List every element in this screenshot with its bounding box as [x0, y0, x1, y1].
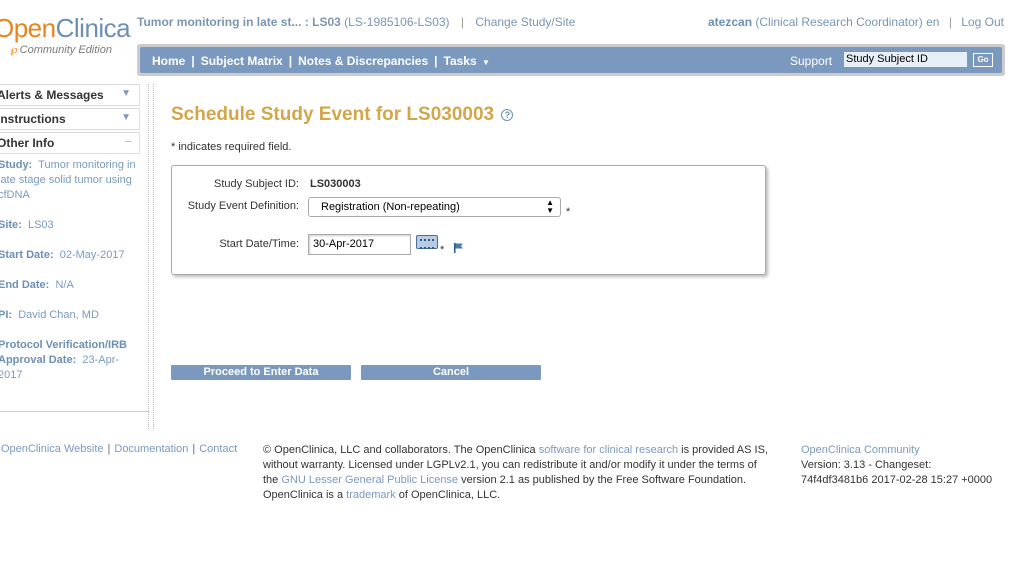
event-definition-selected: Registration (Non-repeating) — [321, 201, 460, 213]
select-arrows-icon: ▲ ▼ — [546, 198, 554, 215]
required-star: * — [440, 244, 445, 256]
info-start-date: Start Date: 02-May-2017 — [0, 248, 140, 263]
version-text: Version: 3.13 - Changeset: — [801, 459, 932, 471]
expand-icon[interactable]: ▼ — [121, 112, 131, 123]
proceed-to-enter-data-button[interactable]: Proceed to Enter Data — [171, 365, 351, 380]
sidebar-divider — [0, 411, 149, 412]
info-study-label: Study: — [0, 159, 33, 171]
footer-website-link[interactable]: OpenClinica Website — [1, 443, 104, 455]
schedule-event-form: Study Subject ID: LS030003 Study Event D… — [171, 165, 766, 275]
event-definition-label: Study Event Definition: — [187, 200, 299, 212]
lgpl-link[interactable]: GNU Lesser General Public License — [281, 474, 458, 486]
sidebar-other-info[interactable]: Other Info – — [0, 132, 140, 154]
study-subject-search-input[interactable]: Study Subject ID — [843, 51, 968, 68]
openclinica-logo[interactable]: OpenClinica ℘ Community Edition — [0, 14, 134, 66]
info-end-value: N/A — [55, 279, 74, 291]
info-pi: PI: David Chan, MD — [0, 308, 140, 323]
study-info-line: Tumor monitoring in late st... : LS03 (L… — [137, 15, 575, 29]
info-irb-approval: Protocol Verification/IRB Approval Date:… — [0, 338, 140, 383]
logo-text-clinica: Clinica — [55, 13, 131, 43]
info-pi-label: PI: — [0, 309, 13, 321]
required-field-note: * indicates required field. — [171, 141, 292, 153]
expand-icon[interactable]: ▼ — [121, 88, 131, 99]
nav-subject-matrix[interactable]: Subject Matrix — [201, 54, 283, 68]
support-link[interactable]: Support — [790, 54, 832, 68]
logo-swoosh-icon: ℘ — [10, 44, 18, 56]
current-study: Tumor monitoring in late st... : LS03 — [137, 15, 341, 29]
nav-notes-discrepancies[interactable]: Notes & Discrepancies — [298, 54, 428, 68]
footer-links: OpenClinica Website | Documentation | Contac… — [1, 443, 238, 455]
event-definition-select[interactable]: Registration (Non-repeating) ▲ ▼ — [308, 197, 561, 217]
nav-menu: Home | Subject Matrix | Notes & Discrepancie… — [152, 54, 490, 68]
header-separator: | — [948, 15, 952, 29]
info-end-label: End Date: — [0, 279, 50, 291]
start-date-input[interactable]: 30-Apr-2017 — [308, 234, 411, 255]
info-end-date: End Date: N/A — [0, 278, 140, 293]
sidebar-alerts-label: Alerts & Messages — [0, 88, 104, 102]
info-site-label: Site: — [0, 219, 22, 231]
sidebar-alerts-messages[interactable]: Alerts & Messages ▼ — [0, 84, 140, 106]
footer-documentation-link[interactable]: Documentation — [114, 443, 188, 455]
nav-home[interactable]: Home — [152, 54, 185, 68]
software-link[interactable]: software for clinical research — [539, 444, 678, 456]
changeset-text: 74f4df3481b6 2017-02-28 15:27 +0000 — [801, 474, 993, 486]
info-start-label: Start Date: — [0, 249, 54, 261]
page-title: Schedule Study Event for LS030003 ? — [171, 104, 514, 126]
collapse-icon[interactable]: – — [125, 136, 131, 147]
trademark-link[interactable]: trademark — [346, 489, 396, 501]
nav-tasks[interactable]: Tasks ▼ — [444, 54, 490, 68]
change-study-link[interactable]: Change Study/Site — [475, 15, 575, 29]
main-navbar: Home | Subject Matrix | Notes & Discrepancie… — [137, 44, 1005, 76]
info-pi-value: David Chan, MD — [18, 309, 99, 321]
info-site: Site: LS03 — [0, 218, 140, 233]
sidebar-other-info-label: Other Info — [0, 136, 55, 150]
logo-edition: Community Edition — [19, 44, 112, 56]
sidebar-instructions[interactable]: Instructions ▼ — [0, 108, 140, 130]
header-separator: | — [460, 15, 465, 29]
flag-icon[interactable] — [454, 243, 464, 253]
cancel-button[interactable]: Cancel — [361, 365, 541, 380]
user-role: (Clinical Research Coordinator) — [755, 15, 923, 29]
username[interactable]: atezcan — [708, 15, 752, 29]
footer-contact-link[interactable]: Contact — [199, 443, 237, 455]
user-info: atezcan (Clinical Research Coordinator) … — [708, 15, 1004, 29]
logo-text-open: Open — [0, 13, 56, 43]
go-button[interactable]: Go — [973, 53, 993, 67]
page-title-text: Schedule Study Event for LS030003 — [171, 104, 495, 125]
sidebar-resize-handle[interactable] — [148, 84, 154, 429]
language-link[interactable]: en — [926, 15, 939, 29]
info-start-value: 02-May-2017 — [59, 249, 125, 261]
subject-id-label: Study Subject ID: — [214, 178, 299, 190]
info-study: Study: Tumor monitoring in late stage so… — [0, 158, 140, 203]
info-site-value: LS03 — [27, 219, 54, 231]
community-link[interactable]: OpenClinica Community — [801, 443, 992, 458]
nav-tasks-label: Tasks — [443, 54, 477, 68]
chevron-down-icon: ▼ — [482, 58, 490, 67]
required-star: * — [566, 206, 571, 218]
start-date-label: Start Date/Time: — [219, 238, 299, 250]
footer-version-info: OpenClinica Community Version: 3.13 - Ch… — [801, 443, 992, 488]
footer-license-text: © OpenClinica, LLC and collaborators. Th… — [263, 444, 768, 501]
calendar-icon[interactable] — [416, 235, 438, 249]
navbar-inner: Home | Subject Matrix | Notes & Discrepancie… — [140, 47, 1002, 73]
logout-link[interactable]: Log Out — [961, 15, 1004, 29]
study-ids: (LS-1985106-LS03) — [344, 15, 450, 29]
subject-id-value: LS030003 — [310, 178, 361, 190]
help-icon[interactable]: ? — [501, 108, 514, 121]
sidebar-instructions-label: Instructions — [0, 112, 66, 126]
